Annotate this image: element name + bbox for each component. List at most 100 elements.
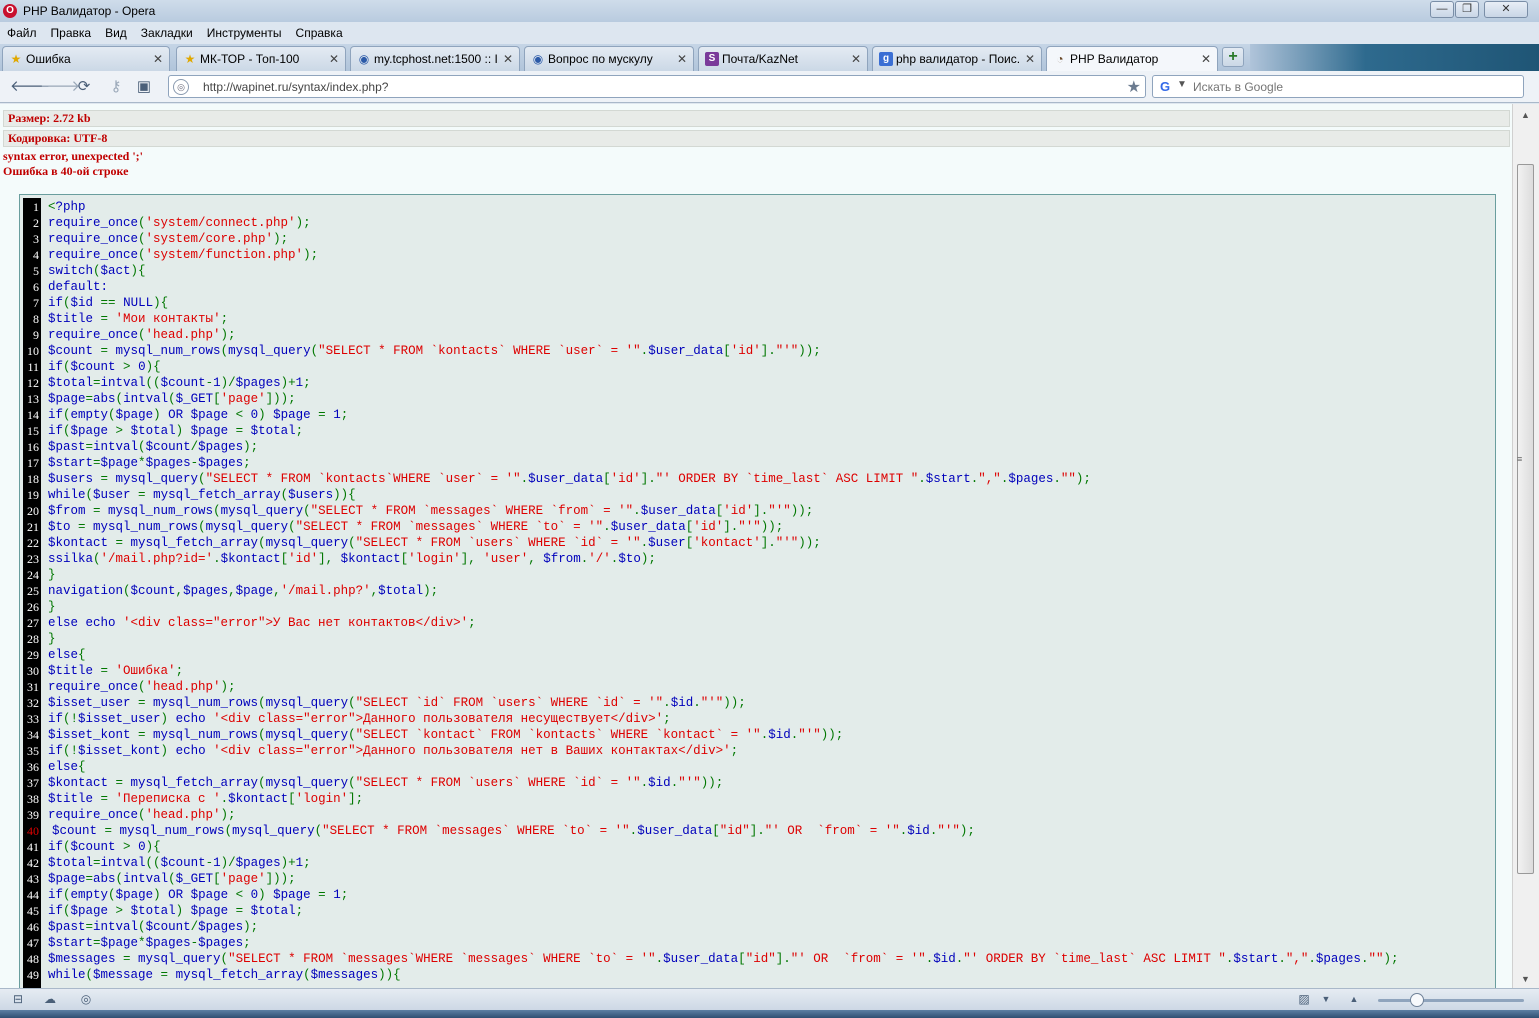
code-text: if($count > 0){ [48, 840, 161, 854]
file-size-bar: Размер: 2.72 kb [3, 110, 1510, 127]
url-text[interactable]: http://wapinet.ru/syntax/index.php? [203, 80, 388, 94]
line-number: 9 [33, 328, 39, 342]
close-window-button[interactable]: ✕ [1484, 1, 1528, 18]
turbo-icon[interactable]: ◎ [78, 992, 94, 1006]
tab-tcphost[interactable]: ◉ my.tcphost.net:1500 :: I... ✕ [350, 46, 520, 71]
google-icon[interactable]: G [1157, 79, 1173, 95]
code-line: 37 $kontact = mysql_fetch_array(mysql_que… [23, 775, 1493, 791]
back-icon[interactable]: 🡐 [10, 77, 50, 97]
line-number: 33 [27, 712, 39, 726]
code-line: 12 $total=intval(($count-1)/$pages)+1; [23, 375, 1493, 391]
code-line: 3 require_once('system/core.php'); [23, 231, 1493, 247]
code-line: 19 while($user = mysql_fetch_array($users… [23, 487, 1493, 503]
bookmark-star-icon[interactable]: ★ [1127, 77, 1141, 97]
forward-icon[interactable]: 🡒 [40, 77, 80, 97]
line-number: 49 [27, 968, 39, 982]
code-listing: 1 <?php 2 require_once('system/connect.php'… [19, 194, 1496, 988]
menu-bookmarks[interactable]: Закладки [134, 26, 200, 40]
tab-php-validator[interactable]: ◔ PHP Валидатор ✕ [1046, 46, 1218, 71]
tab-mk-top[interactable]: ★ МК-ТОР - Топ-100 ✕ [176, 46, 346, 71]
code-text: $total=intval(($count-1)/$pages)+1; [48, 856, 311, 870]
menu-tools[interactable]: Инструменты [200, 26, 289, 40]
line-number: 22 [27, 536, 39, 550]
code-line: 45 if($page > $total) $page = $total; [23, 903, 1493, 919]
panels-toggle-icon[interactable]: ⊟ [10, 992, 26, 1006]
line-number: 34 [27, 728, 39, 742]
code-line: 47 $start=$page*$pages-$pages; [23, 935, 1493, 951]
menu-file[interactable]: Файл [0, 26, 44, 40]
line-number: 43 [27, 872, 39, 886]
code-line: 48 $messages = mysql_query("SELECT * FROM… [23, 951, 1493, 967]
chevron-down-icon[interactable]: ▼ [1318, 992, 1334, 1006]
tab-vopros[interactable]: ◉ Вопрос по мускулу ✕ [524, 46, 694, 71]
code-text: require_once('system/function.php'); [48, 248, 319, 262]
code-line: 15 if($page > $total) $page = $total; [23, 423, 1493, 439]
code-line: 16 $past=intval($count/$pages); [23, 439, 1493, 455]
code-text: if(!$isset_kont) echo '<div class="error… [48, 744, 739, 758]
google-icon: g [879, 52, 893, 66]
scroll-down-icon[interactable]: ▼ [1521, 974, 1530, 984]
tab-label: php валидатор - Поис... [896, 52, 1021, 66]
line-number: 18 [27, 472, 39, 486]
code-text: default: [48, 280, 109, 294]
line-number: 10 [27, 344, 39, 358]
site-info-icon[interactable]: ◎ [173, 79, 189, 95]
scroll-up-icon[interactable]: ▲ [1521, 110, 1530, 120]
tab-bar-decoration [1250, 44, 1539, 71]
code-text: $kontact = mysql_fetch_array(mysql_query… [48, 536, 821, 550]
tab-mail[interactable]: S Почта/KazNet ✕ [698, 46, 868, 71]
cloud-icon[interactable]: ☁ [42, 992, 58, 1006]
close-tab-icon[interactable]: ✕ [677, 52, 687, 66]
close-tab-icon[interactable]: ✕ [851, 52, 861, 66]
line-number: 32 [27, 696, 39, 710]
menu-edit[interactable]: Правка [44, 26, 99, 40]
reload-icon[interactable]: ⟳ [74, 77, 94, 97]
chevron-down-icon[interactable]: ▼ [1177, 79, 1187, 90]
code-text: else echo '<div class="error">У Вас нет … [48, 616, 476, 630]
star-icon: ★ [184, 52, 196, 66]
code-line: 2 require_once('system/connect.php'); [23, 215, 1493, 231]
tab-bar: ★ Ошибка ✕ ★ МК-ТОР - Топ-100 ✕ ◉ my.tcp… [0, 44, 1539, 71]
line-number: 42 [27, 856, 39, 870]
scrollbar-thumb[interactable] [1517, 164, 1534, 874]
close-tab-icon[interactable]: ✕ [1201, 52, 1211, 66]
zoom-slider[interactable] [1378, 999, 1524, 1002]
image-icon[interactable]: ▨ [1296, 992, 1312, 1006]
menu-help[interactable]: Справка [289, 26, 350, 40]
line-number: 23 [27, 552, 39, 566]
close-tab-icon[interactable]: ✕ [503, 52, 513, 66]
search-box[interactable]: G ▼ [1152, 75, 1524, 98]
close-tab-icon[interactable]: ✕ [329, 52, 339, 66]
code-line: 24} [23, 567, 1493, 583]
close-tab-icon[interactable]: ✕ [153, 52, 163, 66]
menu-view[interactable]: Вид [98, 26, 134, 40]
code-text: $total=intval(($count-1)/$pages)+1; [48, 376, 311, 390]
chevron-up-icon[interactable]: ▲ [1346, 992, 1362, 1006]
code-line: 41 if($count > 0){ [23, 839, 1493, 855]
code-line: 33 if(!$isset_user) echo '<div class="err… [23, 711, 1493, 727]
minimize-button[interactable]: — [1430, 1, 1454, 18]
tab-oshibka[interactable]: ★ Ошибка ✕ [2, 46, 170, 71]
code-line: 25 navigation($count,$pages,$page,'/mail.… [23, 583, 1493, 599]
code-text: $title = 'Ошибка'; [48, 664, 184, 678]
url-field[interactable]: ◎ http://wapinet.ru/syntax/index.php? ★ [168, 75, 1146, 98]
line-number: 27 [27, 616, 39, 630]
new-tab-button[interactable]: + [1222, 47, 1244, 67]
code-text: require_once('head.php'); [48, 808, 236, 822]
page-content: Размер: 2.72 kb Кодировка: UTF-8 syntax … [0, 104, 1512, 988]
vertical-scrollbar[interactable]: ▲ ≡ ▼ [1512, 104, 1539, 988]
maximize-button[interactable]: ❐ [1455, 1, 1479, 18]
tab-google-search[interactable]: g php валидатор - Поис... ✕ [872, 46, 1042, 71]
tab-label: МК-ТОР - Топ-100 [200, 52, 300, 66]
panel-icon[interactable]: ▣ [134, 77, 154, 97]
code-text: $start=$page*$pages-$pages; [48, 936, 251, 950]
line-number: 17 [27, 456, 39, 470]
wand-icon[interactable]: ⚷ [106, 77, 126, 97]
line-number: 12 [27, 376, 39, 390]
zoom-slider-knob[interactable] [1410, 993, 1424, 1007]
search-input[interactable] [1193, 78, 1513, 95]
globe-icon: ◉ [358, 52, 370, 66]
code-text: $from = mysql_num_rows(mysql_query("SELE… [48, 504, 814, 518]
code-line: 6 default: [23, 279, 1493, 295]
close-tab-icon[interactable]: ✕ [1025, 52, 1035, 66]
